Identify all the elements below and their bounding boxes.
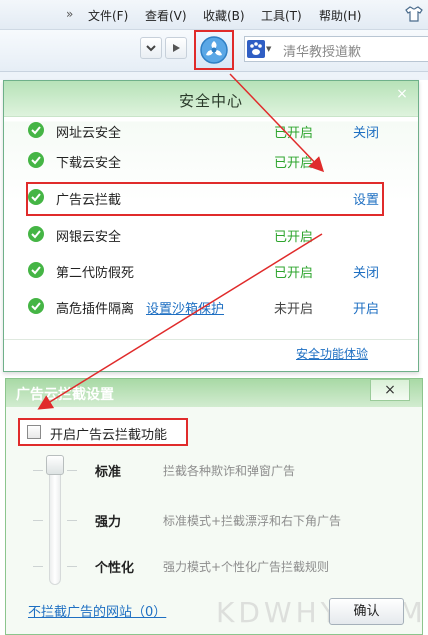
enable-adblock-option[interactable]: 开启广告云拦截功能 [18, 418, 188, 446]
slider-tick [33, 566, 43, 567]
slider-tick [33, 470, 43, 471]
security-row-anti-freeze: 第二代防假死 已开启 关闭 [4, 259, 418, 283]
toolbar: ▼ 清华教授道歉 [0, 30, 428, 72]
security-center-button[interactable] [194, 30, 234, 70]
security-feature-experience-link[interactable]: 安全功能体验 [296, 345, 368, 362]
level-custom-name: 个性化 [95, 561, 135, 576]
security-row-download: 下载云安全 已开启 [4, 149, 418, 173]
security-row-name: 下载云安全 [56, 156, 122, 171]
level-strong-desc: 标准模式+拦截漂浮和右下角广告 [163, 514, 342, 528]
menu-favorites[interactable]: 收藏(B) [203, 7, 245, 24]
security-row-status: 未开启 [274, 302, 314, 317]
menu-bar: » 文件(F) 查看(V) 收藏(B) 工具(T) 帮助(H) [0, 0, 428, 30]
level-standard-name: 标准 [95, 465, 122, 480]
dropdown-button[interactable] [140, 37, 162, 59]
chevron-down-icon [146, 45, 156, 52]
search-input[interactable]: 清华教授道歉 [283, 41, 361, 60]
adblock-settings-close-button[interactable]: × [370, 379, 410, 401]
tabbar-strip [0, 72, 428, 80]
menu-tools[interactable]: 工具(T) [261, 7, 302, 24]
security-row-plugin-isolation: 高危插件隔离 设置沙箱保护 未开启 开启 [4, 295, 418, 319]
adblock-settings-header: 广告云拦截设置 × [6, 379, 422, 407]
enable-adblock-checkbox[interactable] [27, 425, 41, 439]
skin-shirt-icon[interactable] [405, 5, 423, 23]
divider [4, 339, 418, 340]
slider-tick [67, 520, 77, 521]
check-circle-icon [28, 226, 44, 242]
confirm-button[interactable]: 确认 [329, 598, 404, 625]
security-shield-icon [200, 36, 228, 64]
check-circle-icon [28, 122, 44, 138]
level-strong-name: 强力 [95, 515, 122, 530]
baidu-paw-icon [247, 40, 265, 58]
menu-help[interactable]: 帮助(H) [319, 7, 361, 24]
check-circle-icon [28, 298, 44, 314]
security-center-title: 安全中心 [178, 92, 243, 110]
check-circle-icon [28, 152, 44, 168]
security-row-url: 网址云安全 已开启 关闭 [4, 119, 418, 143]
security-row-action[interactable]: 开启 [353, 298, 379, 317]
menu-overflow-chevron[interactable]: » [66, 7, 73, 21]
menu-file[interactable]: 文件(F) [88, 7, 128, 24]
engine-dropdown-arrow-icon: ▼ [266, 45, 272, 53]
level-standard-desc: 拦截各种欺诈和弹窗广告 [163, 464, 296, 478]
security-row-status: 已开启 [274, 230, 314, 245]
slider-tick [33, 520, 43, 521]
go-button[interactable] [165, 37, 187, 59]
security-center-close-button[interactable]: × [393, 85, 411, 103]
sandbox-settings-link[interactable]: 设置沙箱保护 [146, 298, 224, 317]
slider-tick [67, 566, 77, 567]
level-custom-desc: 强力模式+个性化广告拦截规则 [163, 560, 330, 574]
slider-tick [67, 470, 77, 471]
security-row-name: 网银云安全 [56, 230, 122, 245]
security-row-bank: 网银云安全 已开启 [4, 223, 418, 247]
adblock-level-slider-thumb[interactable] [46, 455, 64, 475]
security-row-status: 已开启 [274, 156, 314, 171]
adblock-settings-title: 广告云拦截设置 [16, 387, 114, 403]
security-row-name: 第二代防假死 [56, 266, 135, 281]
search-box[interactable]: ▼ 清华教授道歉 [244, 36, 428, 62]
security-row-status: 已开启 [274, 266, 314, 281]
play-arrow-icon [173, 44, 180, 52]
security-center-header: 安全中心 × [4, 81, 418, 117]
adblock-level-slider-track[interactable] [49, 465, 61, 585]
security-row-name: 高危插件隔离 [56, 302, 135, 317]
enable-adblock-label: 开启广告云拦截功能 [50, 428, 168, 443]
security-center-panel: 安全中心 × 网址云安全 已开启 关闭 下载云安全 已开启 广告云拦截 设置 网… [3, 80, 419, 372]
menu-view[interactable]: 查看(V) [145, 7, 187, 24]
security-row-name: 网址云安全 [56, 126, 122, 141]
no-block-sites-link[interactable]: 不拦截广告的网站（0） [28, 601, 166, 620]
security-row-status: 已开启 [274, 126, 314, 141]
check-circle-icon [28, 262, 44, 278]
search-engine-selector[interactable]: ▼ [247, 40, 273, 58]
security-row-action[interactable]: 关闭 [353, 122, 379, 141]
adblock-row-highlight [26, 182, 384, 216]
security-row-action[interactable]: 关闭 [353, 262, 379, 281]
